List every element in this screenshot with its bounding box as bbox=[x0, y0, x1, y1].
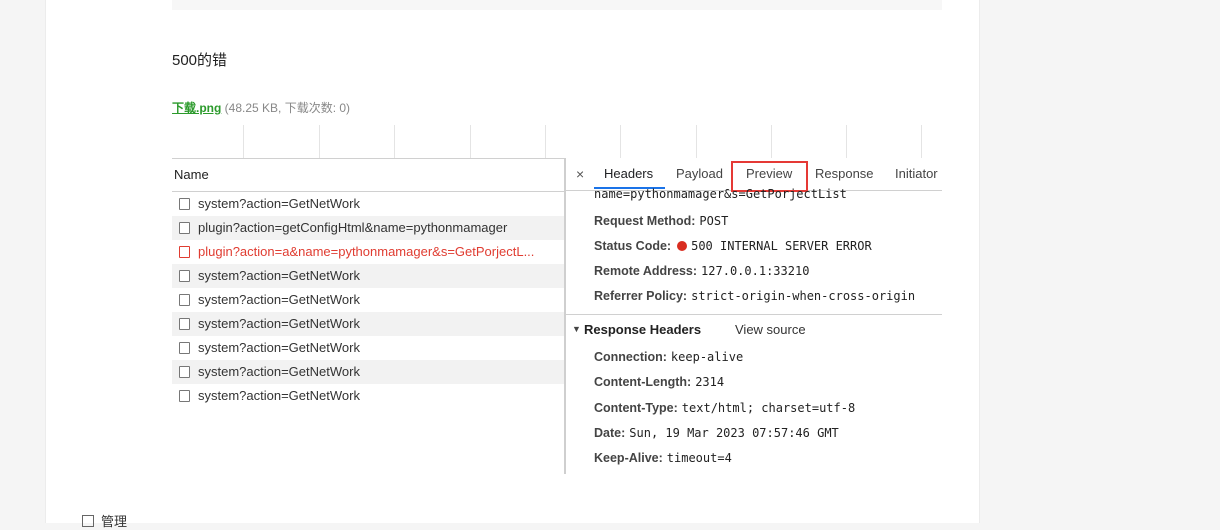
request-name: system?action=GetNetWork bbox=[198, 364, 360, 379]
timeline-tick bbox=[846, 125, 847, 158]
red-status-dot-icon bbox=[677, 241, 688, 251]
attachment-meta: (48.25 KB, 下载次数: 0) bbox=[224, 101, 351, 115]
request-row[interactable]: system?action=GetNetWork bbox=[172, 264, 564, 288]
keep-alive-row: Keep-Alive: timeout=4 bbox=[594, 451, 732, 465]
tab-payload[interactable]: Payload bbox=[676, 158, 723, 190]
remote-address-row: Remote Address: 127.0.0.1:33210 bbox=[594, 264, 809, 278]
header-key: Connection: bbox=[594, 350, 667, 364]
header-key: Request Method: bbox=[594, 214, 696, 228]
header-key: Keep-Alive: bbox=[594, 451, 663, 465]
request-row[interactable]: system?action=GetNetWork bbox=[172, 192, 564, 216]
request-row[interactable]: system?action=GetNetWork bbox=[172, 384, 564, 408]
header-value: Sun, 19 Mar 2023 07:57:46 GMT bbox=[629, 426, 839, 440]
header-key: Content-Length: bbox=[594, 375, 692, 389]
triangle-down-icon[interactable]: ▼ bbox=[572, 324, 581, 334]
date-row: Date: Sun, 19 Mar 2023 07:57:46 GMT bbox=[594, 426, 839, 440]
header-value: 2314 bbox=[695, 375, 725, 389]
request-row[interactable]: system?action=GetNetWork bbox=[172, 336, 564, 360]
content-type-row: Content-Type: text/html; charset=utf-8 bbox=[594, 401, 855, 415]
name-column-header[interactable]: Name bbox=[172, 159, 564, 192]
request-name: system?action=GetNetWork bbox=[198, 388, 360, 403]
request-type-icon bbox=[179, 342, 190, 354]
request-details: × Headers Payload Preview Response Initi… bbox=[566, 158, 942, 474]
header-value: keep-alive bbox=[670, 350, 744, 364]
post-text: 500的错 bbox=[172, 52, 228, 69]
manage-label: 管理 bbox=[101, 514, 128, 529]
header-key: Remote Address: bbox=[594, 264, 698, 278]
request-method-row: Request Method: POST bbox=[594, 214, 728, 228]
timeline-tick bbox=[696, 125, 697, 158]
request-type-icon bbox=[179, 198, 190, 210]
request-name: plugin?action=a&name=pythonmamager&s=Get… bbox=[198, 244, 535, 259]
request-name: system?action=GetNetWork bbox=[198, 268, 360, 283]
request-type-icon bbox=[179, 318, 190, 330]
request-name: system?action=GetNetWork bbox=[198, 196, 360, 211]
timeline-tick bbox=[620, 125, 621, 158]
request-row[interactable]: system?action=GetNetWork bbox=[172, 312, 564, 336]
header-key: Content-Type: bbox=[594, 401, 678, 415]
request-name: system?action=GetNetWork bbox=[198, 292, 360, 307]
request-name: system?action=GetNetWork bbox=[198, 316, 360, 331]
request-type-icon bbox=[179, 222, 190, 234]
request-type-icon bbox=[179, 390, 190, 402]
header-value: text/html; charset=utf-8 bbox=[681, 401, 856, 415]
tab-initiator[interactable]: Initiator bbox=[895, 158, 938, 190]
request-name: system?action=GetNetWork bbox=[198, 340, 360, 355]
header-key: Date: bbox=[594, 426, 626, 440]
request-row[interactable]: system?action=GetNetWork bbox=[172, 288, 564, 312]
devtools-network-panel: Name system?action=GetNetWork plugin?acti… bbox=[172, 158, 942, 474]
manage-checkbox[interactable]: 管理 bbox=[82, 511, 127, 530]
request-row[interactable]: plugin?action=a&name=pythonmamager&s=Get… bbox=[172, 240, 564, 264]
timeline-tick bbox=[545, 125, 546, 158]
connection-row: Connection: keep-alive bbox=[594, 350, 743, 364]
header-value: strict-origin-when-cross-origin bbox=[691, 289, 916, 303]
code-block bbox=[172, 0, 942, 10]
header-value: 500 INTERNAL SERVER ERROR bbox=[691, 239, 872, 253]
content-length-row: Content-Length: 2314 bbox=[594, 375, 724, 389]
request-row[interactable]: plugin?action=getConfigHtml&name=pythonm… bbox=[172, 216, 564, 240]
timeline-tick bbox=[771, 125, 772, 158]
tab-headers[interactable]: Headers bbox=[604, 158, 653, 190]
header-value: 127.0.0.1:33210 bbox=[701, 264, 810, 278]
timeline-tick bbox=[921, 125, 922, 158]
network-timeline bbox=[172, 125, 942, 158]
response-headers-section[interactable]: ▼ Response Headers View source bbox=[566, 314, 942, 345]
timeline-tick bbox=[319, 125, 320, 158]
request-row[interactable]: system?action=GetNetWork bbox=[172, 360, 564, 384]
request-type-icon bbox=[179, 294, 190, 306]
checkbox-icon[interactable] bbox=[82, 515, 94, 527]
request-type-icon bbox=[179, 246, 190, 258]
request-type-icon bbox=[179, 366, 190, 378]
timeline-tick bbox=[470, 125, 471, 158]
close-icon[interactable]: × bbox=[576, 158, 584, 190]
request-type-icon bbox=[179, 270, 190, 282]
header-key: Referrer Policy: bbox=[594, 289, 688, 303]
header-value: POST bbox=[699, 214, 729, 228]
request-list: Name system?action=GetNetWork plugin?acti… bbox=[172, 158, 564, 474]
timeline-tick bbox=[394, 125, 395, 158]
request-url-continued: name=pythonmamager&s=GetPorjectList bbox=[594, 187, 847, 201]
attachment: 下载.png (48.25 KB, 下载次数: 0) bbox=[172, 99, 350, 116]
attachment-link[interactable]: 下载.png bbox=[172, 101, 221, 115]
view-source-link[interactable]: View source bbox=[735, 322, 806, 337]
request-name: plugin?action=getConfigHtml&name=pythonm… bbox=[198, 220, 508, 235]
header-key: Status Code: bbox=[594, 239, 672, 253]
status-code-row: Status Code: 500 INTERNAL SERVER ERROR bbox=[594, 239, 872, 253]
header-value: timeout=4 bbox=[666, 451, 732, 465]
tab-response[interactable]: Response bbox=[815, 158, 874, 190]
section-title: Response Headers bbox=[584, 322, 702, 337]
referrer-policy-row: Referrer Policy: strict-origin-when-cross… bbox=[594, 289, 915, 303]
timeline-tick bbox=[243, 125, 244, 158]
